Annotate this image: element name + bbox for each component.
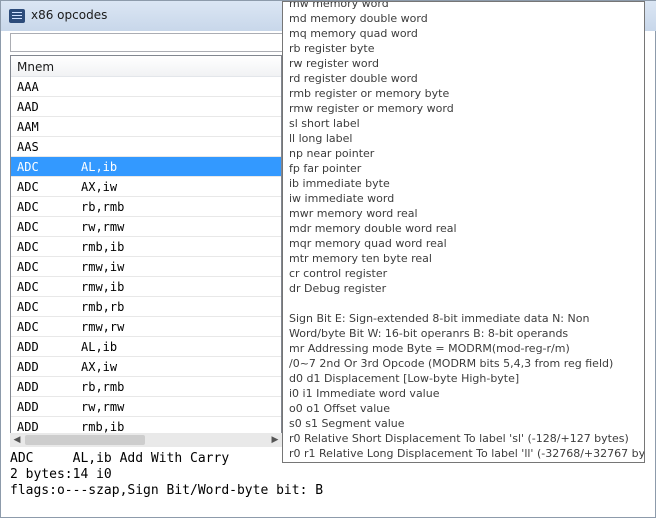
operands-cell: rb,rmb (81, 200, 125, 214)
operands-cell: rb,rmb (81, 380, 125, 394)
detail-line-2: 2 bytes:14 i0 (10, 467, 112, 482)
operands-cell: AX,iw (81, 360, 118, 374)
tooltip-line: i0 i1 Immediate word value (289, 387, 440, 400)
window-title: x86 opcodes (31, 8, 108, 22)
mnemonic-cell: ADC (17, 160, 39, 174)
tooltip-line: rd register double word (289, 72, 418, 85)
mnemonic-cell: ADC (17, 180, 39, 194)
mnemonic-cell: ADC (17, 300, 39, 314)
app-icon (9, 9, 25, 23)
scroll-left-icon[interactable]: ◀ (10, 433, 24, 447)
tooltip-line: s0 s1 Segment value (289, 417, 405, 430)
tooltip-line: o0 o1 Offset value (289, 402, 391, 415)
list-item[interactable]: ADC rmw,rw (11, 317, 281, 337)
list-item[interactable]: AAS (11, 137, 281, 157)
list-item[interactable]: ADC AX,iw (11, 177, 281, 197)
tooltip-line: np near pointer (289, 147, 375, 160)
tooltip-line: r0 Relative Short Displacement To label … (289, 432, 629, 445)
mnemonic-cell: ADC (17, 220, 39, 234)
column-header-label: Mnem (17, 60, 55, 74)
operands-cell: rmw,iw (81, 260, 125, 274)
operands-cell: rmb,rb (81, 300, 125, 314)
list-item[interactable]: AAD (11, 97, 281, 117)
list-item[interactable]: AAM (11, 117, 281, 137)
operands-cell: rmw,ib (81, 280, 125, 294)
detail-line-3: flags:o---szap,Sign Bit/Word-byte bit: B (10, 483, 324, 498)
tooltip-line: iw immediate word (289, 192, 395, 205)
column-header-mnem[interactable]: Mnem (11, 56, 281, 77)
tooltip-line: fp far pointer (289, 162, 362, 175)
tooltip-line: dr Debug register (289, 282, 387, 295)
app-window: x86 opcodes Mnem AAA AAD AAM AAS ADC AL,ib ADC… (0, 0, 656, 518)
list-item[interactable]: ADC rmb,ib (11, 237, 281, 257)
mnemonic-cell: ADC (17, 240, 39, 254)
filter-input[interactable] (10, 33, 284, 52)
list-item[interactable]: ADD AL,ib (11, 337, 281, 357)
scroll-right-icon[interactable]: ▶ (268, 433, 282, 447)
tooltip-line: rmw register or memory word (289, 102, 454, 115)
mnemonic-cell: ADD (17, 360, 39, 374)
operands-cell: AL,ib (81, 340, 118, 354)
tooltip-line: mr Addressing mode Byte = MODRM(mod-reg-… (289, 342, 570, 355)
tooltip-line: rw register word (289, 57, 379, 70)
mnemonic-cell: ADC (17, 200, 39, 214)
tooltip-line: mdr memory double word real (289, 222, 457, 235)
tooltip-line: mqr memory quad word real (289, 237, 447, 250)
operands-cell: rmw,rw (81, 320, 125, 334)
mnemonic-cell: AAM (17, 120, 39, 134)
mnemonic-cell: ADD (17, 380, 39, 394)
tooltip-line: ib immediate byte (289, 177, 390, 190)
list-item[interactable]: ADD rb,rmb (11, 377, 281, 397)
list-item[interactable]: ADD rw,rmw (11, 397, 281, 417)
operands-cell: rmb,ib (81, 420, 125, 434)
tooltip-line: rb register byte (289, 42, 375, 55)
mnemonic-cell: AAD (17, 100, 39, 114)
mnemonic-cell: ADC (17, 260, 39, 274)
tooltip-line: Sign Bit E: Sign-extended 8-bit immediat… (289, 312, 590, 325)
list-item[interactable]: ADC rw,rmw (11, 217, 281, 237)
tooltip-line: mw memory word (289, 1, 389, 10)
list-item[interactable]: ADC rb,rmb (11, 197, 281, 217)
mnemonic-cell: ADC (17, 320, 39, 334)
operands-cell: AX,iw (81, 180, 118, 194)
tooltip-line: md memory double word (289, 12, 428, 25)
list-item[interactable]: ADC AL,ib (11, 157, 281, 177)
tooltip-line: mwr memory word real (289, 207, 418, 220)
operands-cell: rw,rmw (81, 220, 125, 234)
operands-cell: rw,rmw (81, 400, 125, 414)
list-item[interactable]: ADC rmw,iw (11, 257, 281, 277)
mnemonic-cell: AAA (17, 80, 39, 94)
legend-tooltip: mw memory word md memory double word mq me… (282, 1, 645, 463)
mnemonic-cell: AAS (17, 140, 39, 154)
tooltip-line: ll long label (289, 132, 353, 145)
tooltip-line: mtr memory ten byte real (289, 252, 432, 265)
mnemonic-cell: ADD (17, 340, 39, 354)
operands-cell: rmb,ib (81, 240, 125, 254)
tooltip-line: Word/byte Bit W: 16-bit operanrs B: 8-bi… (289, 327, 569, 340)
tooltip-line: /0~7 2nd Or 3rd Opcode (MODRM bits 5,4,3… (289, 357, 614, 370)
tooltip-line: cr control register (289, 267, 388, 280)
list-item[interactable]: AAA (11, 77, 281, 97)
scrollbar-thumb[interactable] (25, 435, 145, 445)
list-item[interactable]: ADC rmw,ib (11, 277, 281, 297)
list-item[interactable]: ADC rmb,rb (11, 297, 281, 317)
tooltip-line: mq memory quad word (289, 27, 418, 40)
tooltip-line: rmb register or memory byte (289, 87, 450, 100)
operands-cell: AL,ib (81, 160, 118, 174)
list-item[interactable]: ADD AX,iw (11, 357, 281, 377)
mnemonic-cell: ADD (17, 420, 39, 434)
tooltip-line: sl short label (289, 117, 360, 130)
tooltip-line: r0 r1 Relative Long Displacement To labe… (289, 447, 645, 460)
opcode-list[interactable]: Mnem AAA AAD AAM AAS ADC AL,ib ADC AX,iw ADC rb,r… (10, 55, 282, 447)
tooltip-line: d0 d1 Displacement [Low-byte High-byte] (289, 372, 520, 385)
mnemonic-cell: ADD (17, 400, 39, 414)
horizontal-scrollbar[interactable]: ◀ ▶ (10, 433, 282, 447)
mnemonic-cell: ADC (17, 280, 39, 294)
